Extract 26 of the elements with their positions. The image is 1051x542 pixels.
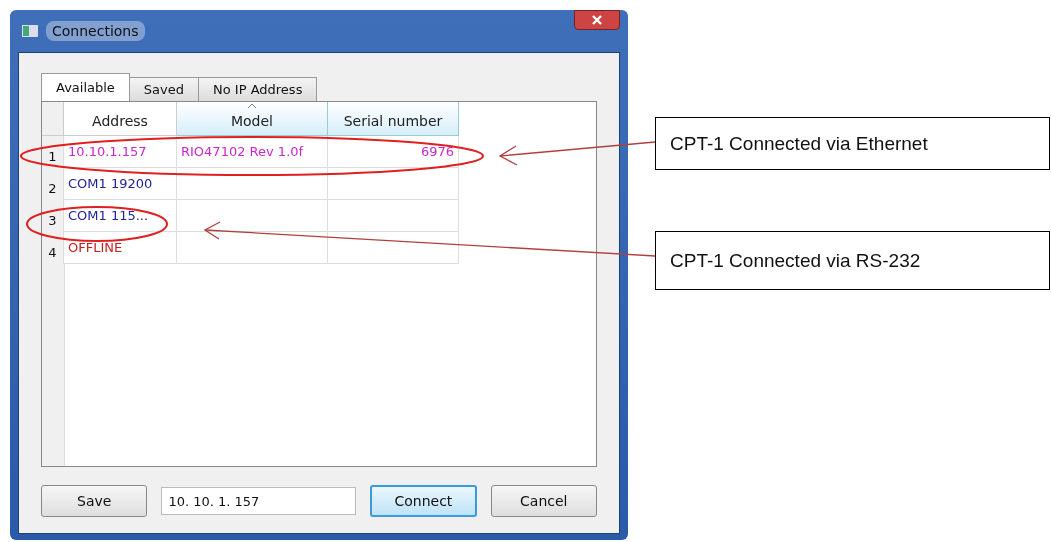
close-icon [592,15,602,25]
row-number: 3 [42,200,64,232]
table-cell: 10.10.1.157 [64,136,177,168]
callout-label: CPT-1 Connected via Ethernet [655,117,1050,170]
app-icon [22,25,38,37]
row-number: 4 [42,232,64,264]
table-cell: RIO47102 Rev 1.0f [177,136,328,168]
row-number: 2 [42,168,64,200]
window-title: Connections [46,21,145,41]
connect-button[interactable]: Connect [370,485,477,517]
close-button[interactable] [574,10,620,30]
callout-label: CPT-1 Connected via RS-232 [655,231,1050,290]
tab[interactable]: Available [41,73,130,101]
sort-caret-icon [248,104,256,108]
table-cell: COM1 115... [64,200,177,232]
save-button[interactable]: Save [41,485,148,517]
header-corner [42,102,64,136]
address-field[interactable]: 10. 10. 1. 157 [161,487,357,515]
column-header[interactable]: Model [177,102,328,136]
table-cell: 6976 [328,136,459,168]
column-header[interactable]: Serial number [328,102,459,136]
tab[interactable]: No IP Address [198,77,318,101]
table-cell: COM1 19200 [64,168,177,200]
tab[interactable]: Saved [128,77,199,101]
table-cell: OFFLINE [64,232,177,264]
cancel-button[interactable]: Cancel [490,485,597,517]
